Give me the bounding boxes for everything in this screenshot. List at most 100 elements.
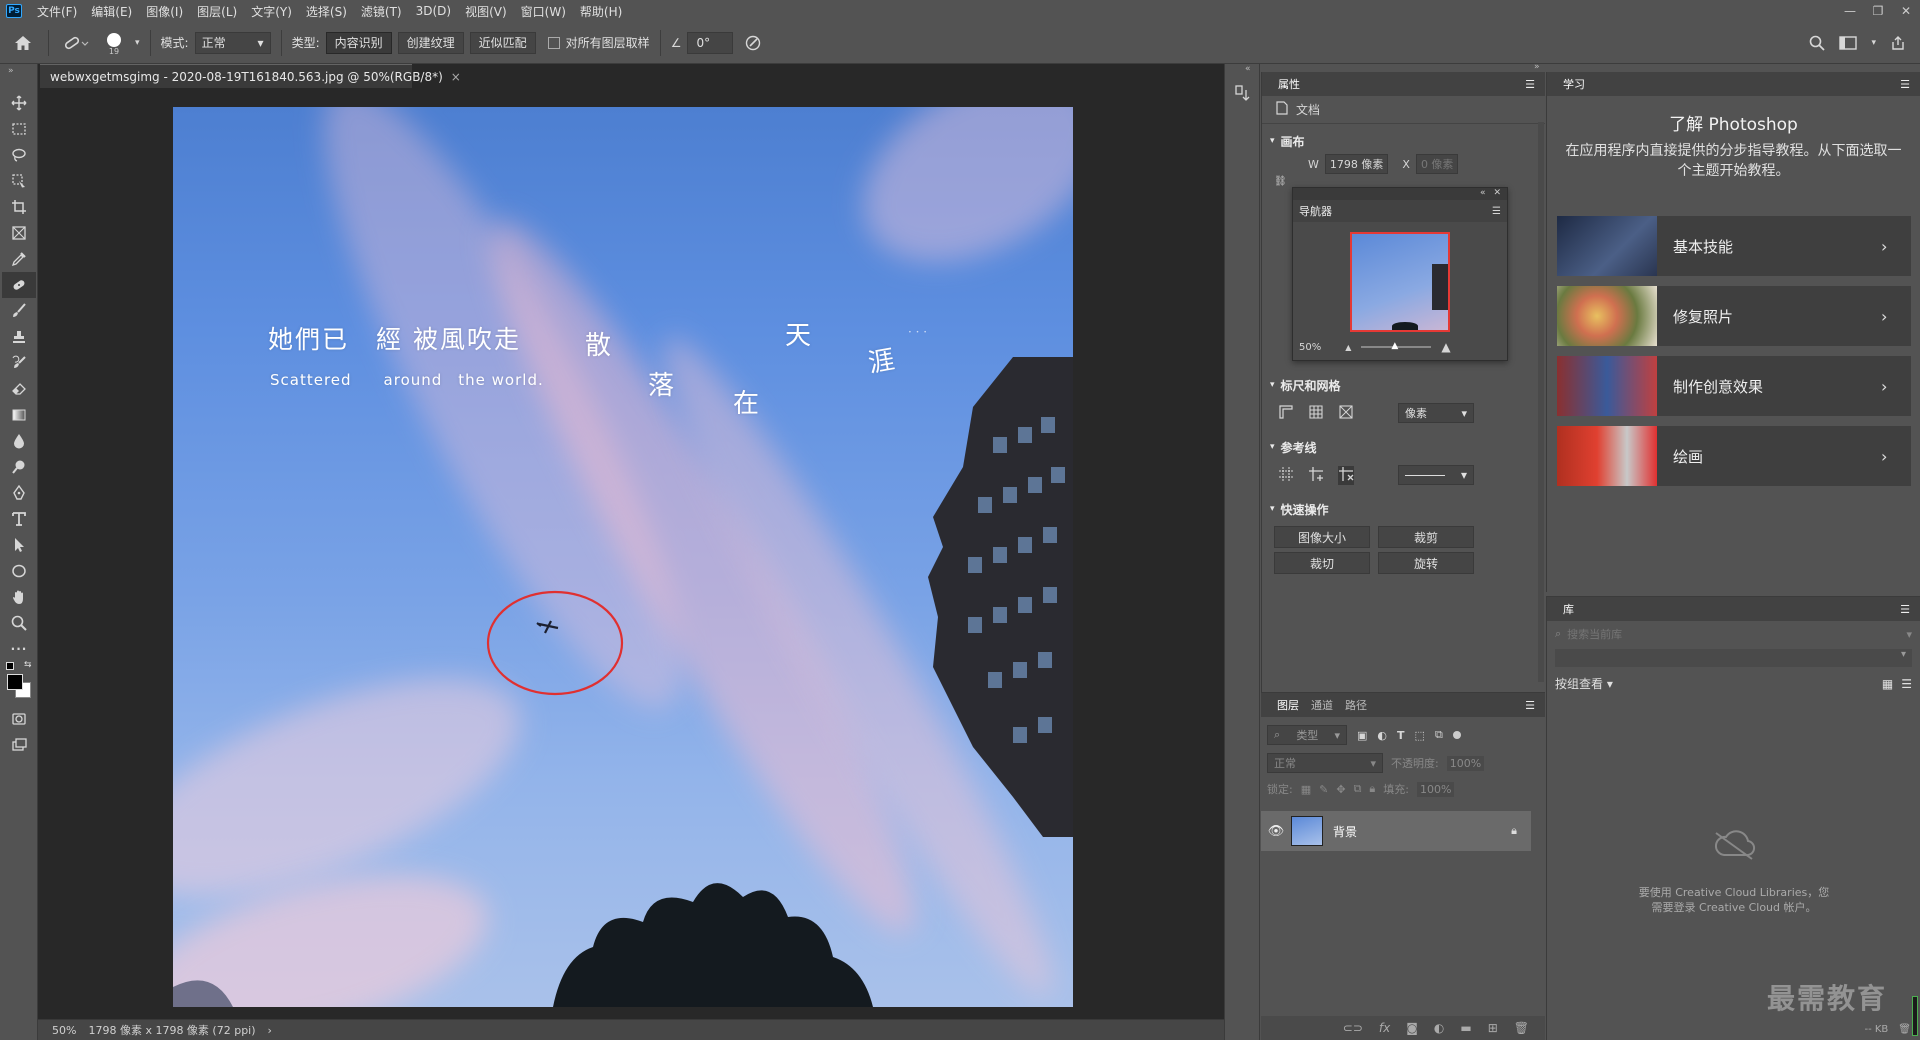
filter-pixel-icon[interactable]: ▣ [1357,729,1367,742]
pen-tool-icon[interactable] [2,480,36,506]
tab-layers[interactable]: 图层 [1271,697,1305,713]
spot-healing-brush-tool-icon[interactable] [2,272,36,298]
ellipse-tool-icon[interactable] [2,558,36,584]
image-canvas[interactable]: 她們已 經 被風吹走 Scattered around the world. 散… [173,107,1073,1007]
visibility-eye-icon[interactable]: 👁︎ [1261,824,1291,839]
filter-toggle-icon[interactable] [1452,731,1461,739]
tab-library[interactable]: 库 [1557,601,1580,617]
restore-icon[interactable]: ❐ [1864,4,1892,18]
blend-mode-select[interactable]: 正常 ▾ [1267,753,1383,773]
delete-icon[interactable]: 🗑︎ [1898,1024,1911,1035]
proximity-match-button[interactable]: 近似匹配 [469,31,536,54]
hand-tool-icon[interactable] [2,584,36,610]
new-layer-icon[interactable]: ⊞ [1488,1021,1498,1035]
menu-window[interactable]: 窗口(W) [514,3,573,20]
workspace-icon[interactable] [1839,35,1858,50]
menu-select[interactable]: 选择(S) [299,3,354,20]
sample-all-checkbox[interactable] [547,36,560,49]
guides-section[interactable]: ▾ 参考线 [1262,436,1546,458]
lock-position-icon[interactable]: ✥ [1336,783,1345,796]
eraser-tool-icon[interactable] [2,376,36,402]
filter-type-icon[interactable]: T [1397,729,1405,742]
chevron-down-icon[interactable]: ▾ [1906,628,1912,641]
move-tool-icon[interactable] [2,90,36,116]
dodge-tool-icon[interactable] [2,454,36,480]
status-arrow-icon[interactable]: › [268,1024,272,1037]
search-icon[interactable] [1809,35,1826,51]
angle-input[interactable]: 0° [687,31,734,54]
add-mask-icon[interactable]: ◙ [1406,1021,1418,1035]
pressure-size-icon[interactable] [739,35,767,51]
pixel-grid-icon[interactable] [1338,404,1354,423]
x-input[interactable]: 0 像素 [1415,154,1459,174]
chevron-down-icon[interactable]: ▾ [1871,38,1876,48]
menu-help[interactable]: 帮助(H) [573,3,629,20]
adjustment-layer-icon[interactable]: ◐ [1434,1021,1444,1035]
unit-select[interactable]: 像素 ▾ [1398,403,1474,423]
frame-tool-icon[interactable] [2,220,36,246]
swap-colors-icon[interactable]: ⇆ [24,660,32,670]
close-window-icon[interactable]: ✕ [1892,4,1920,18]
navigator-thumbnail[interactable] [1350,232,1450,332]
blur-tool-icon[interactable] [2,428,36,454]
link-layers-icon[interactable]: ⊂⊃ [1343,1021,1363,1035]
quick-actions-section[interactable]: ▾ 快速操作 [1262,498,1546,520]
close-tab-icon[interactable]: × [451,70,461,84]
list-view-icon[interactable]: ☰ [1901,677,1912,691]
layer-filter-select[interactable]: ⌕ 类型 ▾ [1267,725,1347,745]
clear-guides-icon[interactable] [1338,465,1354,485]
tab-properties[interactable]: 属性 [1272,76,1306,92]
rulers-grids-section[interactable]: ▾ 标尺和网格 [1262,374,1546,396]
spot-healing-preset-icon[interactable] [59,35,93,51]
menu-file[interactable]: 文件(F) [30,3,84,20]
brush-tool-icon[interactable] [2,298,36,324]
content-aware-button[interactable]: 内容识别 [325,31,392,54]
filter-smart-icon[interactable]: ⧉ [1435,728,1443,742]
crop-button[interactable]: 裁剪 [1378,526,1474,548]
filter-adjustment-icon[interactable]: ◐ [1377,729,1387,742]
guide-style-select[interactable]: ▾ [1398,465,1474,485]
navigator-title[interactable]: 导航器 [1299,203,1332,219]
panel-menu-icon[interactable]: ☰ [1492,206,1501,217]
menu-layer[interactable]: 图层(L) [190,3,244,20]
fill-input[interactable]: 100% [1417,781,1455,797]
mode-select[interactable]: 正常 ▾ [194,31,271,54]
zoom-slider-thumb[interactable]: ▲ [1391,342,1398,351]
default-colors-icon[interactable] [6,662,14,670]
new-group-icon[interactable]: ▬ [1460,1021,1471,1035]
collapse-right-icon[interactable]: » [1534,62,1540,72]
panel-menu-icon[interactable]: ☰ [1525,699,1535,712]
panel-menu-icon[interactable]: ☰ [1900,603,1910,616]
learn-card-basic-skills[interactable]: 基本技能 › [1557,216,1911,276]
document-tab[interactable]: webwxgetmsgimg - 2020-08-19T161840.563.j… [40,64,461,88]
menu-type[interactable]: 文字(Y) [244,3,299,20]
properties-scrollbar[interactable] [1538,122,1544,682]
menu-filter[interactable]: 滤镜(T) [354,3,409,20]
library-select[interactable]: ▾ [1555,649,1912,667]
zoom-slider[interactable]: ▲ [1361,342,1432,351]
zoom-out-icon[interactable]: ▲ [1345,343,1351,352]
history-panel-icon[interactable] [1234,84,1252,104]
home-icon[interactable] [8,35,38,51]
trim-button[interactable]: 裁切 [1274,552,1370,574]
width-input[interactable]: 1798 像素 [1324,154,1389,174]
collapse-navigator-icon[interactable]: « [1480,188,1486,200]
zoom-level[interactable]: 50% [52,1024,76,1037]
zoom-in-icon[interactable]: ▲ [1441,340,1450,354]
marquee-tool-icon[interactable] [2,116,36,142]
crop-tool-icon[interactable] [2,194,36,220]
menu-edit[interactable]: 编辑(E) [84,3,139,20]
layer-row-background[interactable]: 👁︎ 背景 🔒︎ [1261,811,1531,851]
menu-3d[interactable]: 3D(D) [409,4,458,18]
type-tool-icon[interactable] [2,506,36,532]
path-selection-tool-icon[interactable] [2,532,36,558]
filter-shape-icon[interactable]: ⬚ [1415,729,1425,742]
learn-card-fix-photos[interactable]: 修复照片 › [1557,286,1911,346]
close-navigator-icon[interactable]: ✕ [1493,188,1501,200]
add-guides-icon[interactable] [1308,466,1324,485]
lock-all-icon[interactable]: 🔒︎ [1369,782,1375,796]
lock-transparent-icon[interactable]: ▦ [1301,783,1311,796]
ruler-icon[interactable] [1278,404,1294,423]
layer-name[interactable]: 背景 [1333,823,1511,840]
chevron-down-icon[interactable]: ▾ [135,38,140,48]
